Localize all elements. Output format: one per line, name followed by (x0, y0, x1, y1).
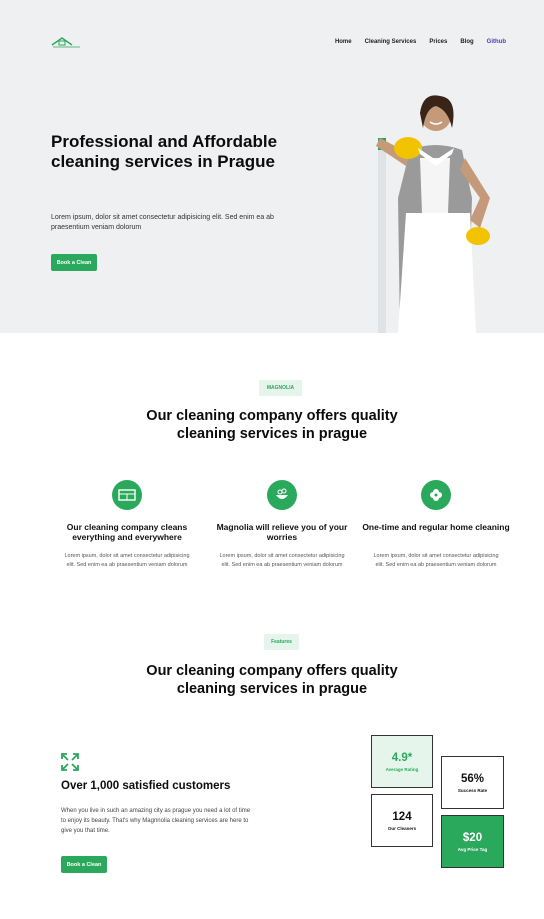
section-tag-features: Features (264, 634, 299, 650)
feature-title: Our cleaning company cleans everything a… (66, 522, 188, 542)
nav-cleaning-services[interactable]: Cleaning Services (365, 39, 417, 45)
nav-blog[interactable]: Blog (460, 39, 473, 45)
stat-label: Avg Price Tag (457, 846, 488, 852)
stat-value: 124 (392, 810, 412, 823)
cleaner-woman-image (376, 95, 490, 333)
book-clean-button[interactable]: Book a Clean (61, 856, 107, 873)
customers-text: When you live in such an amazing city as… (61, 808, 251, 834)
stat-average-rating: 4.9* Average Rating (371, 735, 433, 788)
expand-icon (61, 753, 79, 771)
hero-section: Home Cleaning Services Prices Blog Githu… (0, 0, 544, 333)
main-nav: Home Cleaning Services Prices Blog Githu… (335, 39, 506, 45)
house-logo-icon[interactable] (50, 36, 82, 50)
stat-success-rate: 56% Success Rate (441, 756, 504, 809)
book-clean-button[interactable]: Book a Clean (51, 254, 97, 271)
feature-card: Magnolia will relieve you of your worrie… (207, 480, 357, 569)
nav-github[interactable]: Github (487, 39, 506, 45)
feature-title: One-time and regular home cleaning (362, 522, 510, 532)
section-title: Our cleaning company offers quality clea… (146, 663, 398, 697)
hero-title: Professional and Affordable cleaning ser… (51, 132, 278, 171)
stat-label: Average Rating (385, 766, 419, 772)
section-title: Our cleaning company offers quality clea… (146, 408, 398, 442)
flower-icon (421, 480, 451, 510)
feature-card: Our cleaning company cleans everything a… (52, 480, 202, 569)
hero-text: Lorem ipsum, dolor sit amet consectetur … (51, 214, 274, 231)
stat-label: Success Rate (457, 787, 488, 793)
nav-home[interactable]: Home (335, 39, 352, 45)
customers-title: Over 1,000 satisfied customers (61, 780, 231, 792)
nav-prices[interactable]: Prices (429, 39, 447, 45)
feature-title: Magnolia will relieve you of your worrie… (216, 522, 348, 542)
stat-avg-price-tag: $20 Avg Price Tag (441, 815, 504, 868)
section-tag-magnolia: MAGNOLIA (259, 380, 302, 396)
feature-card: One-time and regular home cleaning Lorem… (361, 480, 511, 569)
stat-value: 56% (460, 772, 485, 785)
cabinet-icon (112, 480, 142, 510)
stat-value: $20 (462, 831, 483, 844)
feature-text: Lorem ipsum, dolor sit amet consectetur … (64, 553, 190, 568)
feature-text: Lorem ipsum, dolor sit amet consectetur … (219, 553, 345, 568)
stat-label: Our Cleaners (387, 825, 417, 831)
bowl-icon (267, 480, 297, 510)
stat-our-cleaners: 124 Our Cleaners (371, 794, 433, 847)
feature-text: Lorem ipsum, dolor sit amet consectetur … (373, 553, 499, 568)
stat-value: 4.9* (391, 751, 413, 764)
